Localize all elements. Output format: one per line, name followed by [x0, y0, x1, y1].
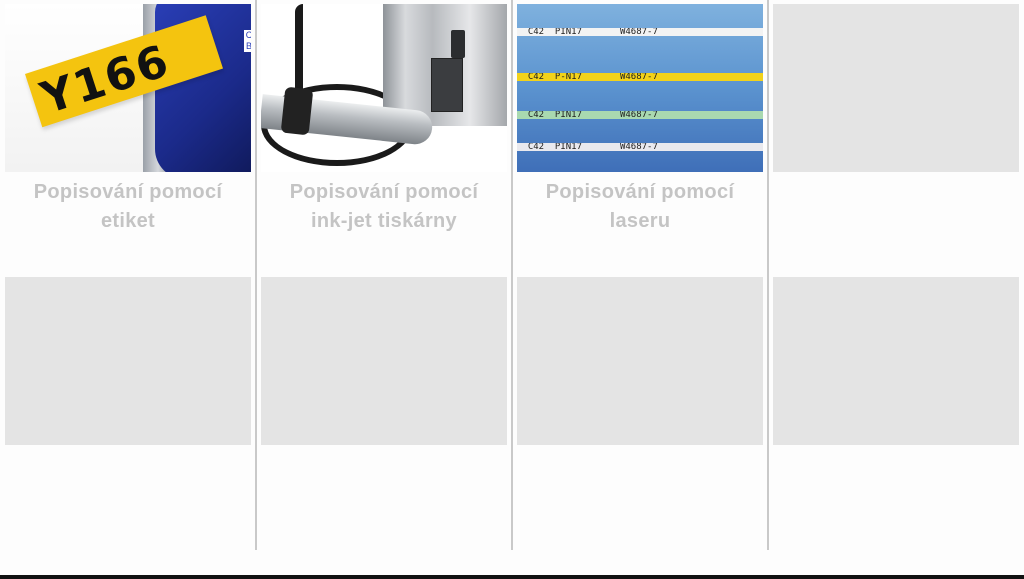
column-divider: [767, 0, 769, 550]
cable-3: C42 PIN17 W4687-7: [517, 111, 763, 119]
caption-inkjet[interactable]: Popisování pomocí ink-jet tiskárny: [261, 178, 507, 236]
caption-line-1: Popisování pomocí: [545, 181, 735, 203]
cabinet-panel: [431, 58, 463, 112]
caption-line-1: Popisování pomocí: [289, 181, 479, 203]
caption-line-2: etiket: [100, 210, 156, 232]
caption-line-2: laseru: [609, 210, 671, 232]
laser-marking-image[interactable]: C42 PIN17 W4687-7 C42 P-N17 W4687-7 C42 …: [517, 4, 763, 172]
cable-4: C42 PIN17 W4687-7: [517, 143, 763, 151]
column-divider: [511, 0, 513, 550]
column-divider: [255, 0, 257, 550]
image-placeholder: [5, 277, 251, 445]
bottom-border: [0, 575, 1024, 579]
printer-brand-mark: C B: [244, 30, 251, 52]
label-printer-image[interactable]: C B Y166: [5, 4, 251, 172]
caption-line-1: Popisování pomocí: [33, 181, 223, 203]
category-grid: C B Y166 C42 PIN17 W4687-7 C42 P-N17 W46…: [0, 0, 1024, 550]
cabinet-handle: [451, 30, 465, 58]
image-placeholder: [773, 277, 1019, 445]
caption-laser[interactable]: Popisování pomocí laseru: [517, 178, 763, 236]
image-placeholder: [261, 277, 507, 445]
cable-2: C42 P-N17 W4687-7: [517, 73, 763, 81]
cable-1: C42 PIN17 W4687-7: [517, 28, 763, 36]
nozzle-clamp: [280, 86, 314, 136]
caption-line-2: ink-jet tiskárny: [311, 210, 457, 232]
image-placeholder: [517, 277, 763, 445]
image-placeholder: [773, 4, 1019, 172]
inkjet-printer-image[interactable]: [261, 4, 507, 172]
caption-labels[interactable]: Popisování pomocí etiket: [5, 178, 251, 236]
